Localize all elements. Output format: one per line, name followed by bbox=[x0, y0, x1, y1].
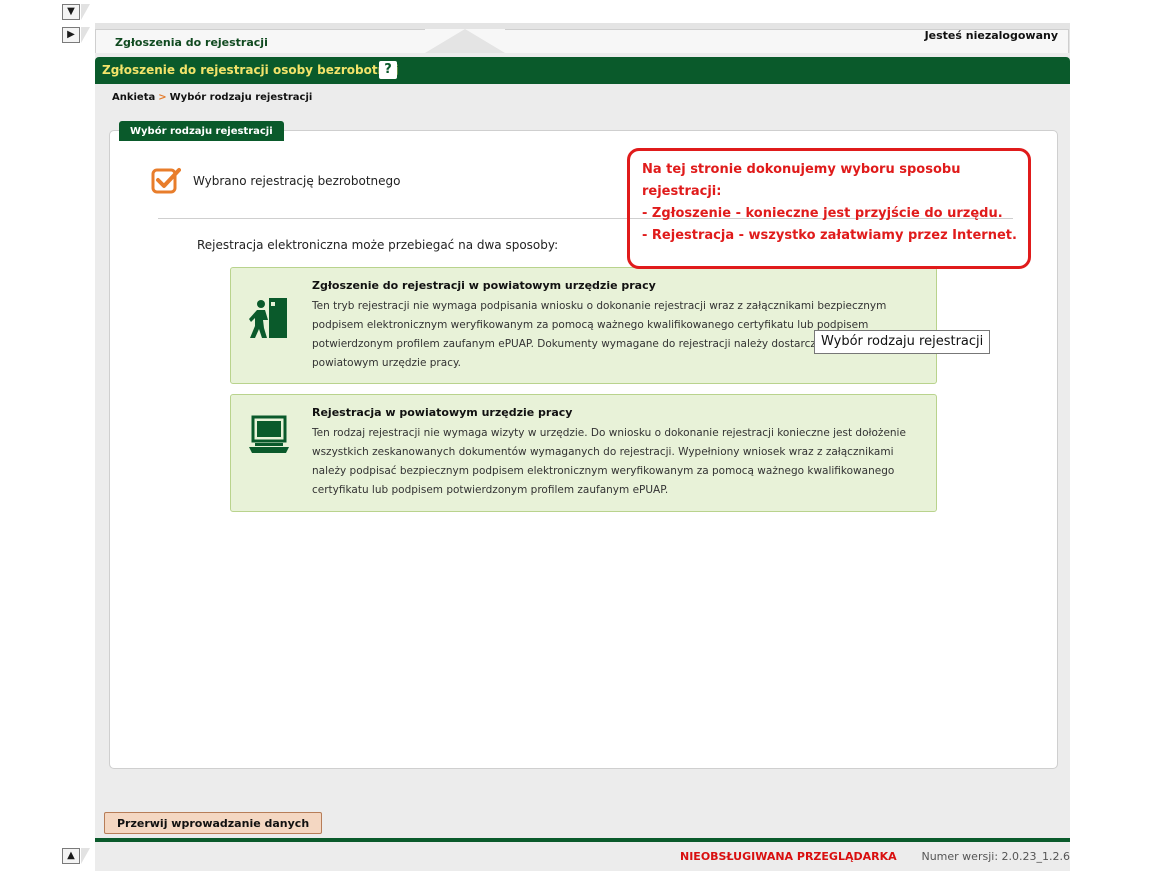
version-number: Numer wersji: 2.0.23_1.2.6 bbox=[921, 850, 1070, 863]
page-title: Zgłoszenie do rejestracji osoby bezrobot… bbox=[102, 63, 399, 77]
toggle-corner bbox=[81, 4, 90, 20]
breadcrumb-separator: > bbox=[158, 92, 167, 103]
callout-line: - Zgłoszenie - konieczne jest przyjście … bbox=[642, 206, 1003, 221]
page-titlebar: Zgłoszenie do rejestracji osoby bezrobot… bbox=[95, 57, 1070, 84]
breadcrumb: Ankieta > Wybór rodzaju rejestracji bbox=[112, 92, 312, 103]
tab-registrations[interactable]: Zgłoszenia do rejestracji bbox=[95, 29, 425, 53]
selected-text: Wybrano rejestrację bezrobotnego bbox=[193, 174, 401, 188]
callout-line: - Rejestracja - wszystko załatwiamy prze… bbox=[642, 228, 1017, 243]
toggle-corner bbox=[81, 848, 90, 864]
tab-bar: Zgłoszenia do rejestracji Jesteś niezalo… bbox=[95, 23, 1070, 53]
abort-entry-button[interactable]: Przerwij wprowadzanie danych bbox=[104, 812, 323, 834]
checkbox-checked-icon bbox=[151, 168, 181, 194]
exit-person-icon bbox=[249, 298, 287, 338]
tooltip: Wybór rodzaju rejestracji bbox=[814, 330, 991, 354]
tab-notch bbox=[465, 29, 505, 53]
browser-warning: NIEOBSŁUGIWANA PRZEGLĄDARKA bbox=[680, 850, 897, 863]
tab-notch bbox=[425, 29, 465, 53]
user-status: Jesteś niezalogowany bbox=[924, 29, 1058, 42]
annotation-callout: Na tej stronie dokonujemy wyboru sposobu… bbox=[627, 148, 1031, 269]
selected-registration: Wybrano rejestrację bezrobotnego bbox=[151, 166, 401, 196]
footer: NIEOBSŁUGIWANA PRZEGLĄDARKA Numer wersji… bbox=[95, 842, 1070, 871]
tab-label: Zgłoszenia do rejestracji bbox=[115, 36, 268, 49]
help-button[interactable]: ? bbox=[379, 61, 397, 79]
intro-text: Rejestracja elektroniczna może przebiega… bbox=[197, 238, 559, 252]
option-description: Ten rodzaj rejestracji nie wymaga wizyty… bbox=[312, 427, 906, 496]
laptop-icon bbox=[249, 415, 289, 453]
arrow-up-icon: ▲ bbox=[67, 850, 75, 861]
toggle-corner bbox=[81, 27, 90, 43]
expand-right-button[interactable]: ▶ bbox=[62, 27, 80, 43]
scroll-top-button[interactable]: ▲ bbox=[62, 848, 80, 864]
breadcrumb-item-survey[interactable]: Ankieta bbox=[112, 92, 155, 103]
option-title: Zgłoszenie do rejestracji w powiatowym u… bbox=[312, 279, 656, 292]
callout-line: Na tej stronie dokonujemy wyboru sposobu bbox=[642, 162, 961, 177]
panel-tab: Wybór rodzaju rejestracji bbox=[119, 121, 284, 141]
breadcrumb-item-current: Wybór rodzaju rejestracji bbox=[169, 92, 313, 103]
option-report-registration[interactable]: Zgłoszenie do rejestracji w powiatowym u… bbox=[230, 267, 937, 384]
collapse-down-button[interactable]: ▼ bbox=[62, 4, 80, 20]
option-online-registration[interactable]: Rejestracja w powiatowym urzędzie pracy … bbox=[230, 394, 937, 512]
arrow-down-icon: ▼ bbox=[67, 6, 75, 17]
arrow-right-icon: ▶ bbox=[67, 29, 75, 40]
option-title: Rejestracja w powiatowym urzędzie pracy bbox=[312, 406, 573, 419]
callout-line: rejestracji: bbox=[642, 184, 722, 199]
